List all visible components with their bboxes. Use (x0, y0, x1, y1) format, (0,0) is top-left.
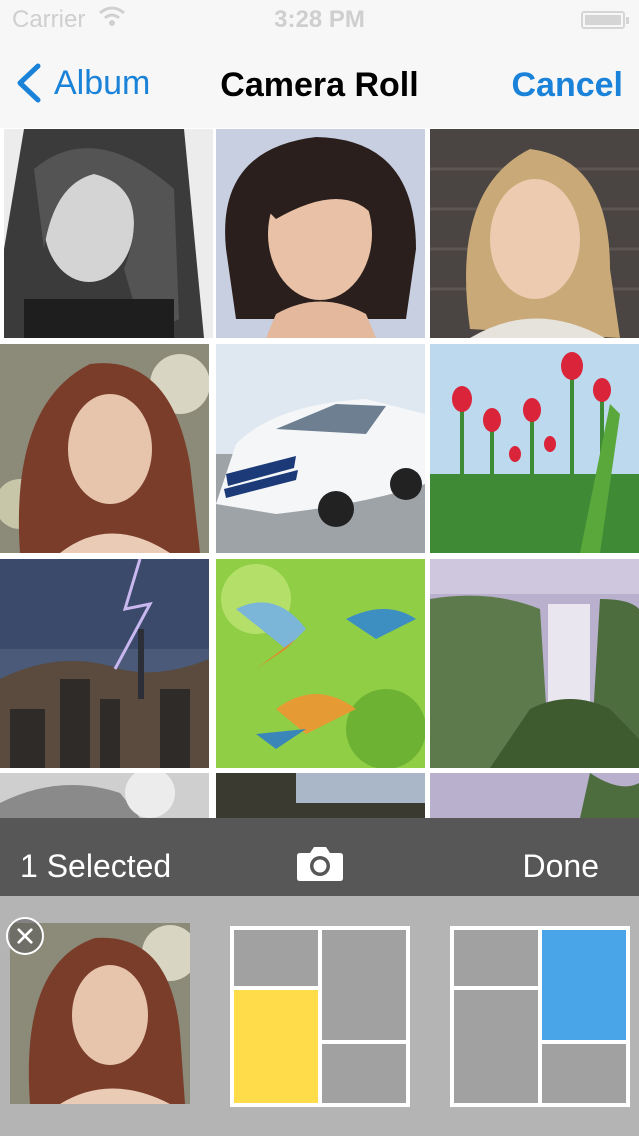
photo-thumbnail-11[interactable] (216, 773, 425, 818)
layout-cell-selected (542, 930, 626, 1040)
photo-thumbnail-4[interactable] (0, 344, 209, 553)
layout-cell (322, 1044, 406, 1103)
done-button[interactable]: Done (523, 848, 600, 885)
layout-cell (322, 930, 406, 1040)
photo-thumbnail-2[interactable] (216, 129, 425, 338)
photo-thumbnail-1[interactable] (4, 129, 213, 338)
photo-thumbnail-10[interactable] (0, 773, 209, 818)
layout-cell (234, 930, 318, 986)
close-icon[interactable] (6, 917, 44, 955)
photo-thumbnail-5[interactable] (216, 344, 425, 553)
layout-cell (542, 1044, 626, 1103)
layout-template-1[interactable] (230, 926, 410, 1107)
selected-count-label: 1 Selected (20, 848, 172, 884)
cancel-button[interactable]: Cancel (512, 66, 624, 105)
status-bar: Carrier 3:28 PM (0, 0, 639, 40)
status-time: 3:28 PM (274, 6, 365, 33)
navigation-bar: Album Camera Roll Cancel (0, 40, 639, 128)
photo-thumbnail-8[interactable] (216, 559, 425, 768)
layout-cell (454, 930, 538, 986)
battery-icon (581, 11, 629, 29)
photo-thumbnail-9[interactable] (430, 559, 639, 768)
photo-thumbnail-7[interactable] (0, 559, 209, 768)
selection-toolbar: 1 Selected Done (0, 818, 639, 896)
layout-cell (454, 990, 538, 1103)
layout-cell-selected (234, 990, 318, 1103)
photo-thumbnail-6[interactable] (430, 344, 639, 553)
photo-thumbnail-12[interactable] (430, 773, 639, 818)
layout-template-2[interactable] (450, 926, 630, 1107)
camera-icon[interactable] (296, 844, 344, 882)
photo-grid (0, 128, 639, 818)
photo-thumbnail-3[interactable] (430, 129, 639, 338)
